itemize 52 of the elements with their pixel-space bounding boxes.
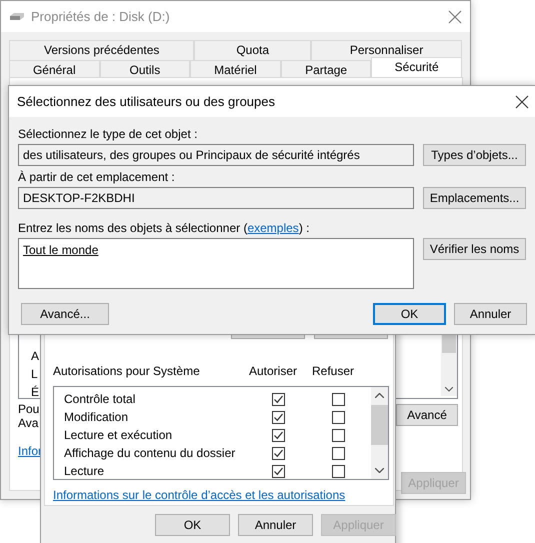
field-label: Entrez les noms des objets à sélectionner (exemples) :: [18, 220, 310, 237]
column-header: Refuser: [310, 364, 356, 378]
list-item[interactable]: A: [31, 349, 40, 363]
check-names-button[interactable]: Vérifier les noms: [423, 238, 526, 260]
permissions-label: Autorisations pour Système: [53, 364, 201, 378]
dialog-button[interactable]: Annuler: [238, 514, 313, 536]
advanced-button[interactable]: Avancé...: [21, 303, 109, 325]
tab[interactable]: Quota: [194, 40, 311, 60]
dialog-button[interactable]: OK: [373, 303, 446, 325]
permission-name: Affichage du contenu du dossier: [64, 446, 236, 460]
window-title: Propriétés de : Disk (D:): [31, 9, 171, 24]
location-field[interactable]: DESKTOP-F2KBDHI: [18, 187, 414, 209]
field-label: À partir de cet emplacement :: [18, 169, 176, 186]
tab[interactable]: Personnaliser: [311, 40, 462, 60]
list-item[interactable]: É: [31, 385, 40, 399]
object-type-field[interactable]: des utilisateurs, des groupes ou Principaux de sécurité intégrés: [18, 144, 414, 166]
checkbox[interactable]: [332, 446, 344, 460]
info-link[interactable]: Informations sur le contrôle d’accès et les autorisations: [53, 488, 346, 502]
scroll-down-icon[interactable]: [375, 468, 384, 473]
field-label: Sélectionnez le type de cet objet :: [18, 126, 198, 143]
permission-name: Contrôle total: [64, 392, 136, 406]
permission-name: Lecture et exécution: [64, 428, 174, 442]
permission-name: Modification: [64, 410, 130, 424]
permission-name: Lecture: [64, 464, 106, 478]
dialog-button[interactable]: Annuler: [454, 303, 527, 325]
advanced-button[interactable]: Avancé: [396, 404, 458, 426]
checkbox[interactable]: [272, 410, 284, 424]
dialog-button[interactable]: OK: [155, 514, 230, 536]
checkbox[interactable]: [272, 464, 284, 478]
list-item[interactable]: L: [31, 367, 38, 381]
checkbox[interactable]: [272, 392, 284, 406]
scroll-up-icon[interactable]: [375, 393, 384, 398]
column-header: Autoriser: [248, 364, 298, 378]
locations-button[interactable]: Emplacements...: [423, 187, 526, 209]
tab[interactable]: Versions précédentes: [9, 40, 194, 60]
checkbox[interactable]: [272, 446, 284, 460]
window-title: Sélectionnez des utilisateurs ou des groupes: [17, 94, 276, 109]
examples-link[interactable]: exemples: [247, 221, 299, 235]
checkbox[interactable]: [332, 410, 344, 424]
label-text: Pou: [18, 402, 40, 416]
scroll-down-icon[interactable]: [445, 387, 453, 392]
info-link[interactable]: Infor: [18, 444, 42, 458]
drive-icon: [9, 12, 25, 22]
checkbox[interactable]: [332, 464, 344, 478]
close-icon[interactable]: [515, 94, 529, 108]
checkbox[interactable]: [332, 428, 344, 442]
checkbox[interactable]: [332, 392, 344, 406]
label-text: Ava: [18, 416, 38, 430]
scrollbar[interactable]: [371, 387, 388, 479]
checkbox[interactable]: [272, 428, 284, 442]
object-types-button[interactable]: Types d’objets...: [423, 144, 526, 166]
names-input-field[interactable]: Tout le monde: [18, 238, 414, 289]
